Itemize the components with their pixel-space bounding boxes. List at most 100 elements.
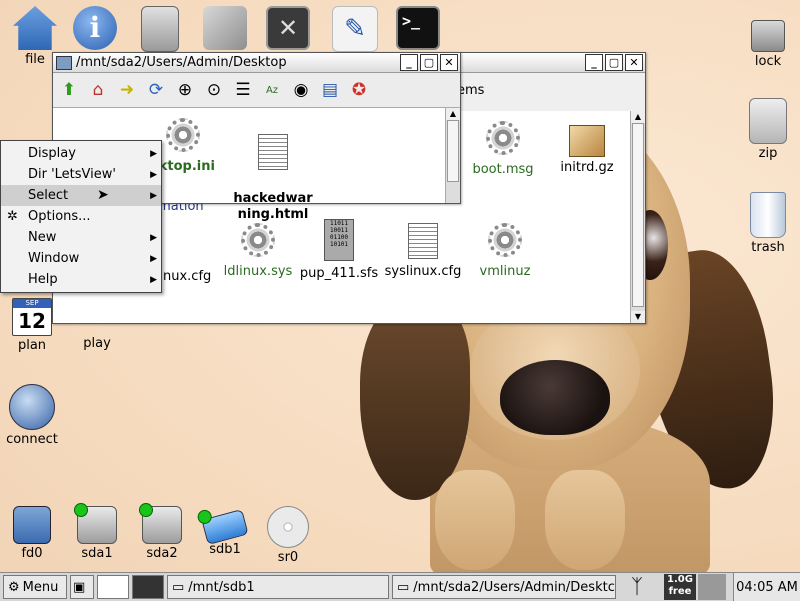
minimize-button[interactable]: _ [400, 54, 418, 71]
mounted-indicator [196, 508, 214, 526]
gear-icon [241, 223, 275, 257]
dog-ear-left [360, 300, 470, 500]
dog-paw [545, 470, 625, 570]
submenu-arrow-icon: ▶ [150, 253, 157, 264]
task-button-desktop[interactable]: ▭ /mnt/sda2/Users/Admin/Desktc [392, 575, 616, 599]
toolbar: ⬆ ⌂ ➜ ⟳ ⊕ ⊙ ☰ Az ◉ ▤ ✪ [53, 73, 460, 108]
binary-file-icon: 11011 10011 01100 10101 [324, 219, 354, 261]
free-space-indicator: 1.0G free [664, 574, 696, 600]
desktop-icon: ▣ [73, 579, 86, 595]
close-button[interactable]: ✕ [440, 54, 458, 71]
menu-item-select[interactable]: Select ▶ ➤ [1, 185, 161, 206]
menu-item-options[interactable]: ✲ Options... [1, 206, 161, 227]
scrollbar[interactable]: ▲ ▼ [630, 111, 645, 323]
pager-desktop-1[interactable] [97, 575, 129, 599]
details-icon[interactable]: ▤ [318, 78, 342, 102]
desktop-icon-console[interactable]: >_ [383, 6, 453, 52]
drive-sda1[interactable]: sda1 [62, 503, 132, 561]
submenu-arrow-icon: ▶ [150, 169, 157, 180]
file-label-partial: nux.cfg [163, 269, 212, 284]
scroll-thumb[interactable] [632, 123, 644, 307]
drive-fd0[interactable]: fd0 [0, 506, 67, 561]
scroll-down-button[interactable]: ▼ [631, 311, 645, 323]
submenu-arrow-icon: ▶ [150, 148, 157, 159]
desktop-icon-package[interactable] [190, 6, 260, 52]
drive-icon [141, 6, 179, 52]
desktop-icon-edit[interactable]: ✎ [320, 6, 390, 54]
help-icon[interactable]: ✪ [347, 78, 371, 102]
zoom-fit-icon[interactable]: ⊙ [202, 78, 226, 102]
submenu-arrow-icon: ▶ [150, 232, 157, 243]
pager-desktop-2[interactable] [132, 575, 164, 599]
taskbar: ⚙ Menu ▣ ▭ /mnt/sdb1 ▭ /mnt/sda2/Users/A… [0, 572, 800, 601]
submenu-arrow-icon: ▶ [150, 274, 157, 285]
volume-icon[interactable] [698, 574, 726, 600]
file-vmlinuz[interactable]: vmlinuz [455, 223, 555, 279]
dog-nose [500, 360, 610, 435]
drive-sdb1[interactable]: sdb1 [190, 506, 260, 557]
menu-icon: ⚙ [8, 579, 20, 595]
gear-icon [166, 118, 200, 152]
desktop-icon-trash[interactable]: trash [733, 192, 800, 255]
eye-icon[interactable]: ◉ [289, 78, 313, 102]
desktop-icon-info[interactable]: i [60, 6, 130, 52]
close-button[interactable]: ✕ [625, 54, 643, 71]
hdd-icon [74, 503, 117, 544]
folder-icon [56, 55, 72, 70]
show-desktop-button[interactable]: ▣ [70, 575, 94, 599]
drive-sr0[interactable]: sr0 [253, 506, 323, 565]
scrollbar[interactable]: ▲ [445, 108, 460, 203]
cdrom-icon [267, 506, 309, 548]
file-hackedwarning-html[interactable]: hackedwar ning.html [223, 118, 323, 223]
connect-icon [9, 384, 55, 430]
start-menu-button[interactable]: ⚙ Menu [3, 575, 67, 599]
calendar-month: SEP [13, 299, 51, 308]
desktop-icon-setup[interactable]: ✕ [253, 6, 323, 52]
scroll-up-button[interactable]: ▲ [446, 108, 460, 120]
refresh-icon[interactable]: ⟳ [144, 78, 168, 102]
gear-icon [488, 223, 522, 257]
zoom-in-icon[interactable]: ⊕ [173, 78, 197, 102]
file-initrd-gz[interactable]: initrd.gz [537, 121, 637, 175]
task-button-sdb1[interactable]: ▭ /mnt/sdb1 [167, 575, 389, 599]
desktop-icon-zip[interactable]: zip [733, 98, 800, 161]
drive-sda2[interactable]: sda2 [127, 503, 197, 561]
maximize-button[interactable]: ▢ [605, 54, 623, 71]
sort-icon[interactable]: Az [260, 78, 284, 102]
menu-item-window[interactable]: Window ▶ [1, 248, 161, 269]
scroll-thumb[interactable] [447, 120, 459, 182]
edit-icon: ✎ [332, 6, 378, 52]
home-icon[interactable]: ⌂ [86, 78, 110, 102]
scroll-up-button[interactable]: ▲ [631, 111, 645, 123]
info-icon: i [73, 6, 117, 50]
menu-item-new[interactable]: New ▶ [1, 227, 161, 248]
menu-item-help[interactable]: Help ▶ [1, 269, 161, 290]
clock[interactable]: 04:05 AM [733, 573, 800, 601]
menu-item-display[interactable]: Display ▶ [1, 143, 161, 164]
minimize-button[interactable]: _ [585, 54, 603, 71]
desktop-icon-lock[interactable]: lock [733, 6, 800, 69]
html-file-icon [258, 134, 288, 170]
trash-icon [750, 192, 786, 238]
mounted-indicator [139, 503, 153, 517]
maximize-button[interactable]: ▢ [420, 54, 438, 71]
go-icon[interactable]: ➜ [115, 78, 139, 102]
home-icon [13, 6, 57, 50]
submenu-arrow-icon: ▶ [150, 190, 157, 201]
usb-icon [196, 508, 249, 545]
up-arrow-icon[interactable]: ⬆ [57, 78, 81, 102]
mounted-indicator [74, 503, 88, 517]
titlebar[interactable]: /mnt/sda2/Users/Admin/Desktop _ ▢ ✕ [53, 53, 460, 73]
desktop-icon-drive[interactable] [125, 6, 195, 54]
list-icon[interactable]: ☰ [231, 78, 255, 102]
desktop-icon-connect[interactable]: connect [0, 384, 67, 447]
dog-paw [435, 470, 515, 570]
menu-item-dir[interactable]: Dir 'LetsView' ▶ [1, 164, 161, 185]
floppy-icon [13, 506, 51, 544]
lock-icon [751, 20, 785, 52]
context-menu: Display ▶ Dir 'LetsView' ▶ Select ▶ ➤ ✲ Opti… [0, 140, 162, 293]
package-icon [569, 125, 605, 157]
console-icon: >_ [396, 6, 440, 50]
hdd-icon [139, 503, 182, 544]
network-icon[interactable]: ᛉ [624, 574, 650, 600]
